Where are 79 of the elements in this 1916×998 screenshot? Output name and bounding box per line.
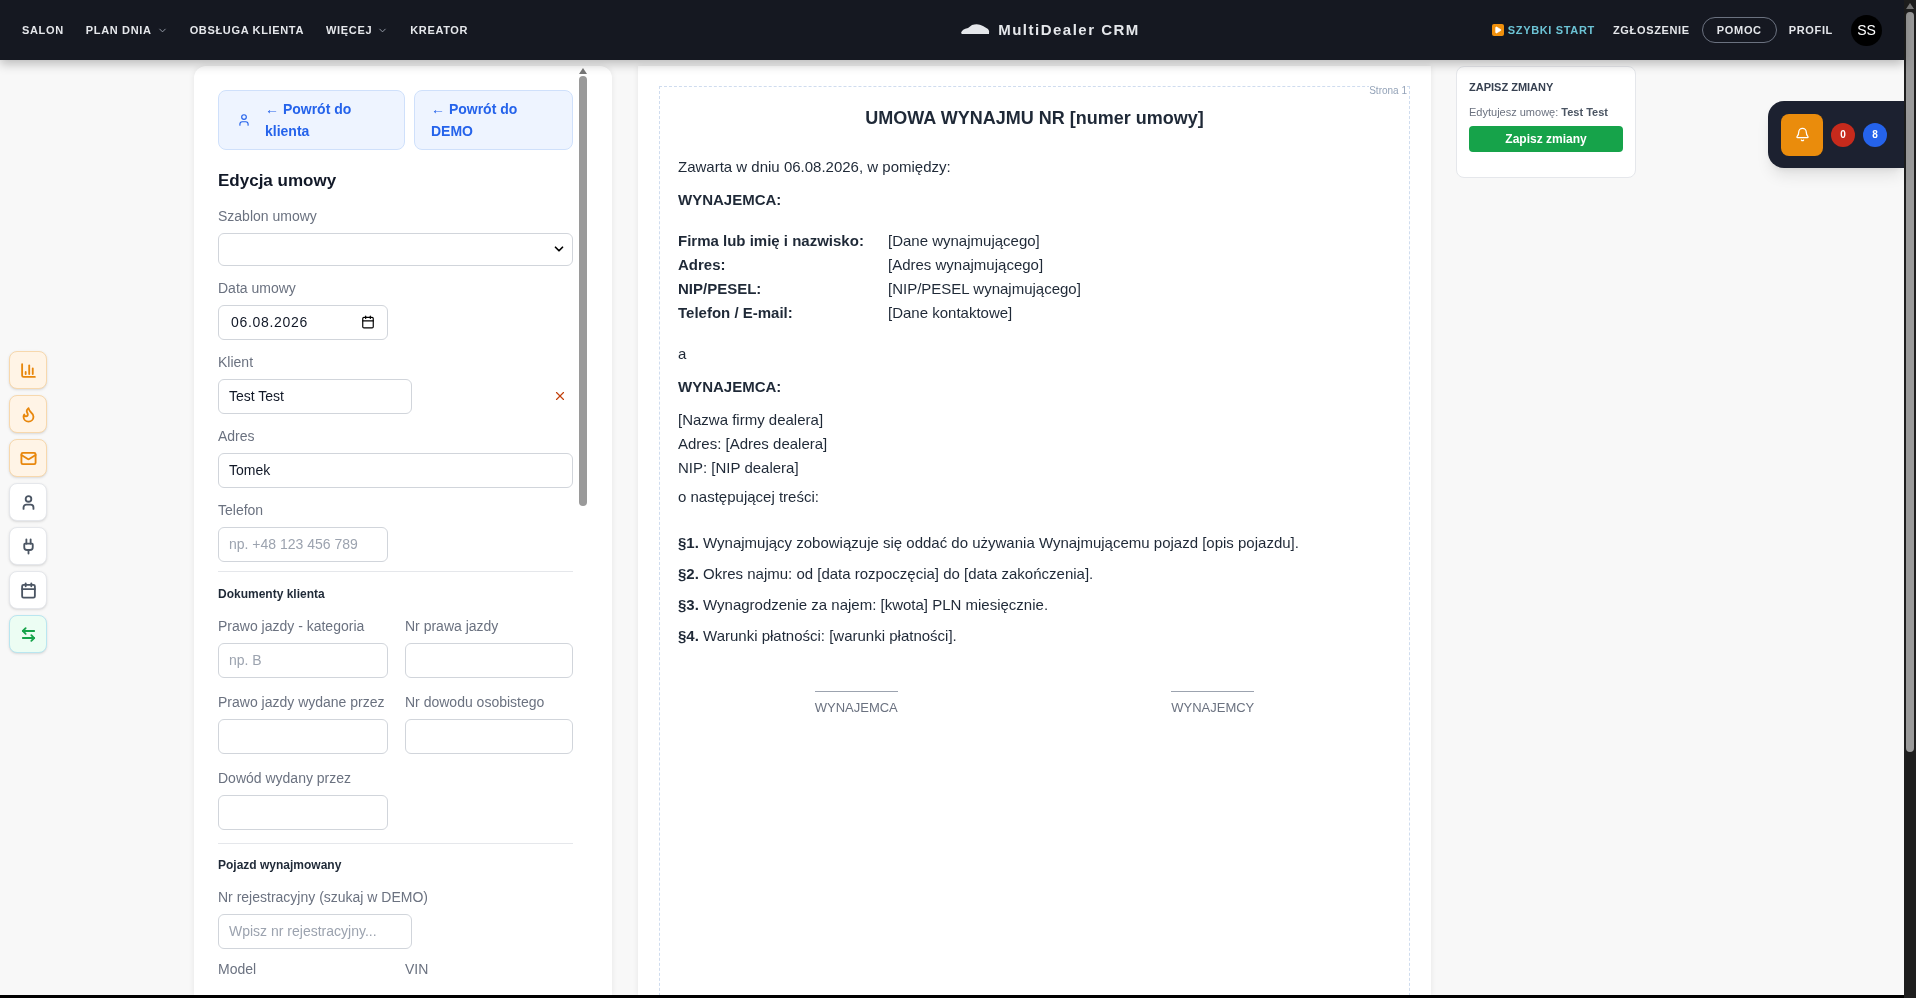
party-field-value: [NIP/PESEL wynajmującego] [888, 279, 1081, 299]
editing-note: Edytujesz umowę: Test Test [1469, 104, 1609, 120]
quick-start-link[interactable]: SZYBKI START [1491, 21, 1595, 39]
section-title: Dokumenty klienta [218, 585, 326, 603]
count-badge: 8 [1863, 122, 1887, 147]
field-label: Nr rejestracyjny (szukaj w DEMO) [218, 887, 430, 907]
field-label: Adres [218, 426, 256, 446]
party-field-value: [Dane kontaktowe] [888, 303, 1013, 323]
side-shortcut-button[interactable] [9, 527, 47, 565]
lead-text: o następującej treści: [678, 487, 820, 507]
page-scrollbar[interactable] [1904, 0, 1916, 998]
party-heading: WYNAJEMCA: [678, 376, 783, 397]
dealer-detail: Adres: [Adres dealera] [678, 434, 829, 454]
field-label: Prawo jazdy wydane przez [218, 692, 386, 712]
count-badge: 0 [1831, 122, 1855, 147]
input-field[interactable] [218, 794, 388, 830]
contract-clause: §3. Wynagrodzenie za najem: [kwota] PLN miesięcznie. [678, 594, 1050, 615]
input-field[interactable] [218, 718, 388, 754]
field-label: Klient [218, 352, 255, 372]
field-label: Prawo jazdy - kategoria [218, 616, 366, 636]
contract-intro: Zawarta w dniu 06.08.2026, w pomiędzy: [678, 157, 952, 177]
dealer-detail: NIP: [NIP dealera] [678, 458, 800, 478]
address-field[interactable]: Tomek [218, 452, 573, 488]
nav-link[interactable]: WIĘCEJ [326, 21, 389, 39]
party-field-value: [Adres wynajmującego] [888, 255, 1044, 275]
user-avatar[interactable]: SS [1851, 14, 1882, 46]
field-label: Nr dowodu osobistego [405, 692, 546, 712]
contract-title: UMOWA WYNAJMU NR [numer umowy] [864, 107, 1205, 130]
back-to-demo-button[interactable]: ← Powrót do DEMO [414, 90, 573, 150]
field-label: VIN [405, 959, 430, 979]
field-label: Szablon umowy [218, 206, 318, 226]
phone-field[interactable]: np. +48 123 456 789 [218, 526, 388, 562]
party-field-label: NIP/PESEL: [678, 279, 763, 299]
input-field[interactable] [405, 718, 573, 754]
save-card-title: ZAPISZ ZMIANY [1469, 80, 1555, 95]
contract-clause: §2. Okres najmu: od [data rozpoczęcia] do [data zakończenia]. [678, 563, 1095, 584]
conjunction-text: a [678, 344, 688, 364]
nav-link[interactable]: OBSŁUGA KLIENTA [189, 21, 305, 39]
editor-title: Edycja umowy [218, 170, 338, 192]
nav-link[interactable]: PLAN DNIA [85, 21, 168, 39]
user-icon [237, 113, 251, 127]
back-to-client-button[interactable]: ← Powrót do klienta [218, 90, 405, 150]
car-logo-icon [960, 23, 991, 37]
party-field-label: Adres: [678, 255, 727, 275]
play-icon [1491, 24, 1504, 36]
dealer-detail: [Nazwa firmy dealera] [678, 410, 825, 430]
side-shortcut-button[interactable] [9, 615, 47, 653]
party-field-label: Firma lub imię i nazwisko: [678, 231, 865, 251]
brand-name: MultiDealer CRM [998, 19, 1140, 40]
field-label: Model [218, 959, 258, 979]
nav-link[interactable]: PROFIL [1788, 21, 1833, 39]
field-label: Telefon [218, 500, 265, 520]
input-field[interactable]: np. B [218, 642, 388, 678]
nav-link[interactable]: KREATOR [410, 21, 469, 39]
date-field[interactable]: 06.08.2026 [218, 304, 388, 340]
nav-link[interactable]: SALON [22, 21, 64, 39]
registration-field[interactable]: Wpisz nr rejestracyjny... [218, 913, 412, 949]
contract-clause: §4. Warunki płatności: [warunki płatności]. [678, 625, 958, 646]
party-field-label: Telefon / E-mail: [678, 303, 794, 323]
side-shortcut-button[interactable] [9, 571, 47, 609]
signature-label: WYNAJEMCA [814, 698, 898, 717]
bell-icon [1794, 127, 1810, 142]
side-shortcut-button[interactable] [9, 483, 47, 521]
section-title: Pojazd wynajmowany [218, 856, 343, 874]
calendar-icon [361, 315, 375, 329]
scroll-up-icon[interactable] [579, 68, 587, 74]
party-field-value: [Dane wynajmującego] [888, 231, 1040, 251]
field-label: Dowód wydany przez [218, 768, 353, 788]
field-label: Data umowy [218, 278, 297, 298]
scroll-up-icon[interactable] [1906, 3, 1914, 9]
clear-icon[interactable] [553, 389, 567, 403]
signature-label: WYNAJEMCY [1171, 698, 1255, 717]
field-label: Nr prawa jazdy [405, 616, 500, 636]
nav-link[interactable]: ZGŁOSZENIE [1612, 21, 1690, 39]
client-field[interactable]: Test Test [218, 378, 412, 414]
party-heading: WYNAJEMCA: [678, 189, 783, 210]
input-field[interactable] [405, 642, 573, 678]
contract-clause: §1. Wynajmujący zobowiązuje się oddać do używania Wynajmującemu pojazd [opis pojazdu]. [678, 532, 1300, 553]
notification-button[interactable] [1781, 113, 1823, 156]
